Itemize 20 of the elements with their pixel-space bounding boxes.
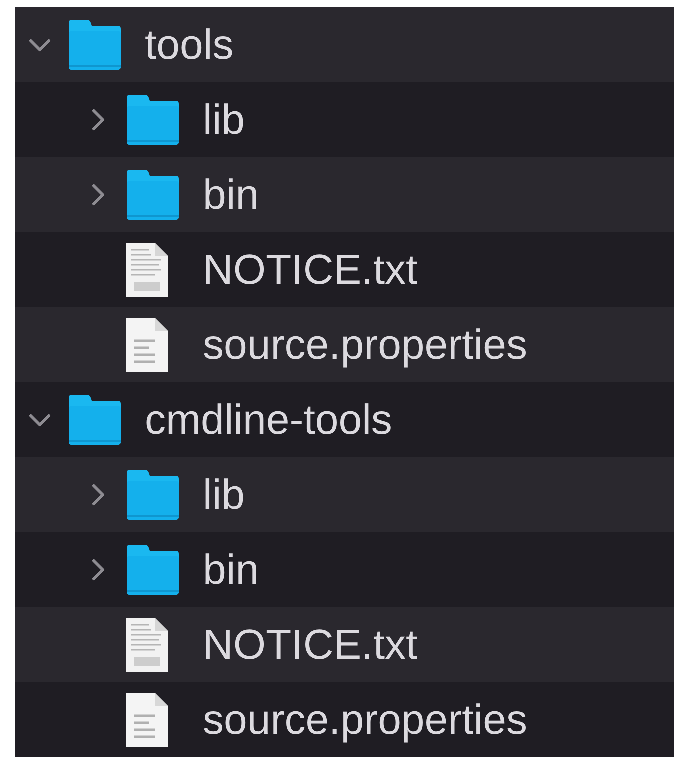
text-file-icon [125, 616, 169, 672]
file-name: cmdline-tools [145, 396, 392, 444]
folder-icon [125, 544, 181, 596]
file-name: source.properties [203, 696, 528, 744]
folder-icon [67, 18, 123, 70]
file-name: bin [203, 170, 260, 218]
file-name: lib [203, 470, 246, 518]
file-name: tools [145, 20, 234, 68]
file-name: NOTICE.txt [203, 246, 418, 294]
file-name: NOTICE.txt [203, 620, 418, 668]
file-name: source.properties [203, 320, 528, 368]
document-icon [125, 692, 169, 748]
folder-icon [125, 168, 181, 220]
folder-icon [125, 468, 181, 520]
file-name: lib [203, 96, 246, 144]
folder-icon [125, 94, 181, 146]
file-name: bin [203, 546, 260, 594]
text-file-icon [125, 242, 169, 298]
folder-icon [67, 394, 123, 446]
document-icon [125, 316, 169, 372]
